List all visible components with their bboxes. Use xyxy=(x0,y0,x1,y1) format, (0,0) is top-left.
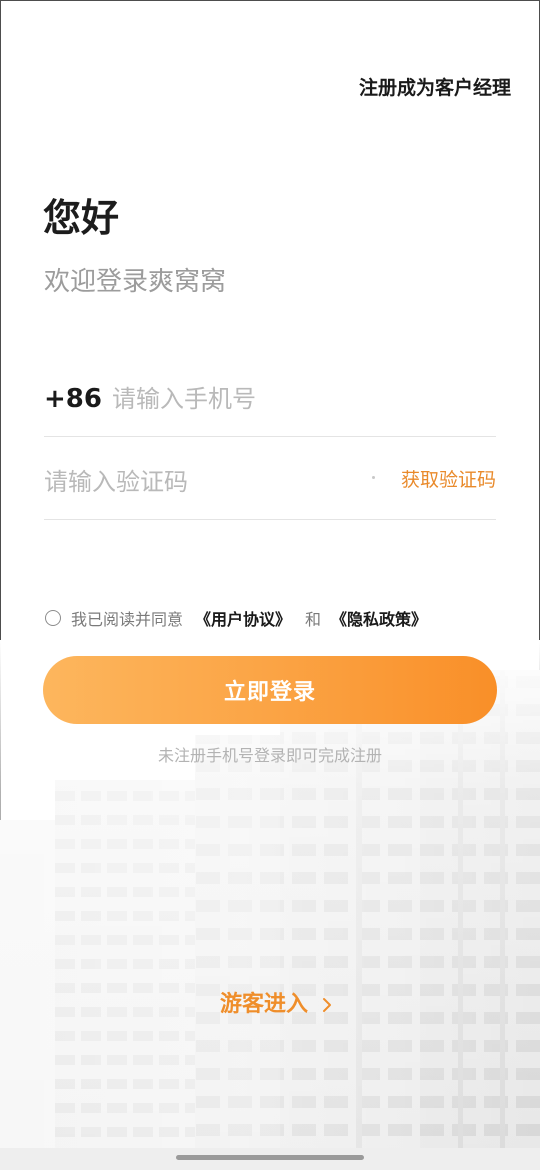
register-manager-link[interactable]: 注册成为客户经理 xyxy=(359,76,511,100)
get-code-button[interactable]: 获取验证码 xyxy=(401,468,496,492)
guest-entry-label: 游客进入 xyxy=(219,992,308,1017)
agreement-row: 我已阅读并同意 《用户协议》 和 《隐私政策》 xyxy=(45,606,427,630)
login-button[interactable]: 立即登录 xyxy=(43,656,497,724)
phone-divider xyxy=(44,436,496,437)
country-code[interactable]: +86 xyxy=(44,376,102,422)
privacy-policy-link[interactable]: 《隐私政策》 xyxy=(331,606,427,630)
chevron-right-icon xyxy=(323,998,331,1012)
greeting-subtitle: 欢迎登录爽窝窝 xyxy=(44,267,227,297)
register-hint: 未注册手机号登录即可完成注册 xyxy=(157,746,382,765)
agreement-checkbox[interactable] xyxy=(45,610,61,626)
input-separator-dot xyxy=(372,476,375,479)
login-screen: 注册成为客户经理 您好 欢迎登录爽窝窝 +86 获取验证码 我已阅读并同意 《用… xyxy=(0,0,540,1170)
guest-entry-link[interactable]: 游客进入 xyxy=(220,990,332,1020)
greeting-title: 您好 xyxy=(43,196,120,240)
home-indicator[interactable] xyxy=(176,1155,364,1160)
agreement-prefix: 我已阅读并同意 xyxy=(71,610,184,629)
verification-code-input[interactable] xyxy=(44,462,344,502)
code-divider xyxy=(44,519,496,520)
user-agreement-link[interactable]: 《用户协议》 xyxy=(195,606,291,630)
phone-input[interactable] xyxy=(111,379,442,419)
phone-field: +86 xyxy=(44,376,496,422)
guest-entry-row: 游客进入 xyxy=(0,990,540,1020)
agreement-conjunction: 和 xyxy=(305,610,322,629)
